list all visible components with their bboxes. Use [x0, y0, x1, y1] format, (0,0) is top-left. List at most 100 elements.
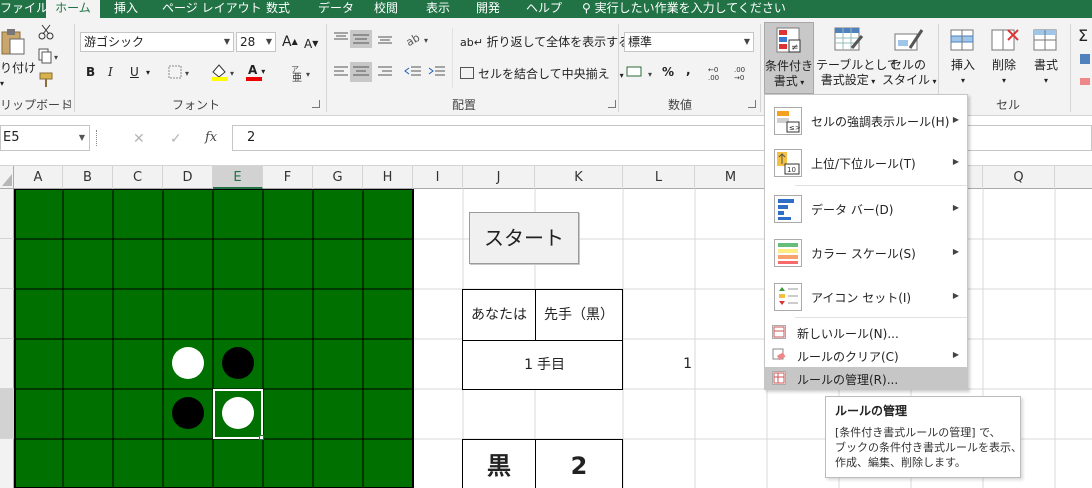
font-size-select[interactable]: 28 ▼	[236, 32, 276, 52]
row-header[interactable]	[0, 439, 14, 488]
alignment-launcher-icon[interactable]	[608, 100, 616, 108]
tab-developer[interactable]: 開発	[476, 0, 500, 18]
phonetic-icon[interactable]: ア亜 ▾	[290, 62, 316, 85]
tell-me-search[interactable]: ⚲ 実行したい作業を入力してください	[582, 0, 786, 18]
format-painter-icon[interactable]	[38, 72, 54, 91]
grow-font-button[interactable]: A▲	[282, 34, 298, 50]
menu-manage-rules[interactable]: ルールの管理(R)...	[765, 367, 967, 389]
comma-button[interactable]: ,	[686, 62, 691, 78]
menu-clear-rules[interactable]: ルールのクリア(C) ▶	[765, 344, 967, 366]
underline-dropdown-icon[interactable]: ▾	[146, 65, 150, 81]
left-align-icon[interactable]	[332, 64, 350, 83]
bottom-align-icon[interactable]	[376, 30, 394, 49]
column-header-j[interactable]: J	[463, 166, 535, 189]
insert-function-icon[interactable]: fx	[205, 130, 217, 145]
column-header-b[interactable]: B	[63, 166, 113, 189]
format-cells-button[interactable]: 書式 ▾	[1026, 22, 1066, 94]
column-header-c[interactable]: C	[113, 166, 163, 189]
orientation-icon[interactable]: ab ▾	[404, 30, 434, 51]
insert-cells-button[interactable]: 挿入 ▾	[944, 22, 982, 94]
cut-icon[interactable]	[38, 24, 54, 43]
wrap-text-button[interactable]: ab↵ 折り返して全体を表示する	[460, 34, 630, 51]
merge-center-button[interactable]: セルを結合して中央揃え ▾	[460, 66, 624, 84]
font-launcher-icon[interactable]	[312, 100, 320, 108]
column-header-f[interactable]: F	[263, 166, 313, 189]
column-header-q[interactable]: Q	[983, 166, 1055, 189]
cancel-icon[interactable]: ✕	[133, 131, 145, 147]
black-stone[interactable]	[222, 347, 254, 379]
row-header[interactable]	[0, 289, 14, 339]
increase-indent-icon[interactable]	[428, 64, 446, 83]
white-stone[interactable]	[172, 347, 204, 379]
tab-data[interactable]: データ	[318, 0, 354, 18]
copy-icon[interactable]: ▾	[38, 48, 62, 67]
percent-button[interactable]: %	[662, 64, 674, 80]
name-box[interactable]: E5 ▼	[0, 125, 90, 151]
menu-top-bottom-rules[interactable]: 10 上位/下位ルール(T) ▶	[765, 145, 967, 181]
row-header[interactable]	[0, 389, 14, 439]
chevron-down-icon[interactable]: ▼	[79, 126, 85, 150]
decrease-indent-icon[interactable]	[404, 64, 422, 83]
row-header[interactable]	[0, 239, 14, 289]
row-header[interactable]	[0, 189, 14, 239]
currency-icon[interactable]: ▾	[626, 64, 658, 85]
column-header-l[interactable]: L	[623, 166, 695, 189]
column-header-d[interactable]: D	[163, 166, 213, 189]
white-stone[interactable]	[222, 397, 254, 429]
fill-handle[interactable]	[259, 435, 264, 440]
fill-icon[interactable]	[1078, 52, 1092, 69]
select-all-corner[interactable]	[0, 166, 14, 189]
number-format-select[interactable]: 標準 ▼	[624, 32, 754, 52]
row-header[interactable]	[0, 339, 14, 389]
tab-page-layout[interactable]: ページ レイアウト	[162, 0, 262, 18]
decrease-decimal-icon[interactable]: .00 →0	[734, 64, 754, 85]
menu-new-rule[interactable]: 新しいルール(N)...	[765, 321, 967, 343]
clipboard-launcher-icon[interactable]	[63, 100, 71, 108]
middle-align-icon[interactable]	[350, 30, 372, 48]
tab-help[interactable]: ヘルプ	[526, 0, 562, 18]
center-align-icon[interactable]	[350, 62, 372, 82]
delete-cells-button[interactable]: 削除 ▾	[984, 22, 1024, 94]
menu-data-bars[interactable]: データ バー(D) ▶	[765, 191, 967, 227]
clear-icon[interactable]	[1078, 74, 1092, 91]
font-color-button[interactable]: A ▾	[246, 62, 265, 81]
tab-home[interactable]: ホーム	[46, 0, 100, 18]
number-launcher-icon[interactable]	[748, 100, 756, 108]
tab-file[interactable]: ファイル	[0, 0, 48, 18]
column-header-a[interactable]: A	[14, 166, 63, 189]
formula-bar-grip[interactable]	[96, 130, 99, 146]
borders-icon[interactable]: ▾	[168, 64, 196, 83]
fill-color-icon[interactable]: ▾	[210, 62, 240, 85]
font-name-select[interactable]: 游ゴシック ▼	[80, 32, 234, 52]
start-button[interactable]: スタート	[469, 212, 579, 264]
shrink-font-button[interactable]: A▼	[304, 36, 318, 52]
paste-icon[interactable]	[0, 28, 26, 56]
paste-arrow-icon[interactable]: ▾	[0, 76, 4, 92]
column-header-i[interactable]: I	[413, 166, 463, 189]
column-header-m[interactable]: M	[695, 166, 767, 189]
increase-decimal-icon[interactable]: ←0.00	[708, 64, 728, 85]
menu-highlight-cells-rules[interactable]: ≤> セルの強調表示ルール(H) ▶	[765, 103, 967, 139]
column-header-e[interactable]: E	[213, 166, 263, 189]
column-header-h[interactable]: H	[363, 166, 413, 189]
column-header-g[interactable]: G	[313, 166, 363, 189]
othello-board[interactable]	[14, 189, 414, 488]
tab-review[interactable]: 校閲	[374, 0, 398, 18]
paste-label[interactable]: り付け	[0, 60, 36, 76]
format-as-table-button[interactable]: テーブルとして 書式設定 ▾	[816, 22, 899, 94]
black-stone[interactable]	[172, 397, 204, 429]
italic-button[interactable]: I	[108, 64, 113, 80]
enter-icon[interactable]: ✓	[170, 131, 182, 147]
cell-styles-button[interactable]: セルの スタイル ▾	[882, 22, 937, 94]
column-header-k[interactable]: K	[535, 166, 623, 189]
underline-button[interactable]: U	[130, 64, 139, 80]
tab-insert[interactable]: 挿入	[114, 0, 138, 18]
menu-color-scales[interactable]: カラー スケール(S) ▶	[765, 235, 967, 271]
right-align-icon[interactable]	[376, 64, 394, 83]
top-align-icon[interactable]	[332, 30, 350, 49]
menu-icon-sets[interactable]: アイコン セット(I) ▶	[765, 279, 967, 315]
autosum-icon[interactable]: Σ	[1078, 26, 1088, 45]
tab-formulas[interactable]: 数式	[266, 0, 290, 18]
tab-view[interactable]: 表示	[426, 0, 450, 18]
bold-button[interactable]: B	[86, 64, 95, 80]
